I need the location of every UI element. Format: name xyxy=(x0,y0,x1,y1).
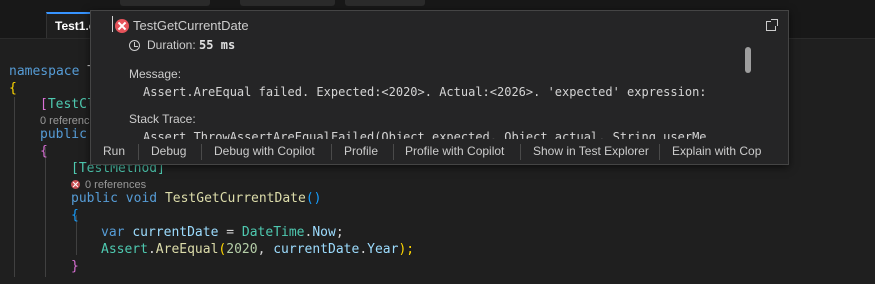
divider xyxy=(659,144,660,160)
codelens-class-references[interactable]: 0 reference xyxy=(40,115,96,127)
code-line-namespace: namespace T xyxy=(9,64,95,79)
code-line-class: public xyxy=(40,127,87,142)
message-label: Message: xyxy=(129,67,182,81)
title-bar-segment xyxy=(345,0,425,6)
popup-test-name: TestGetCurrentDate xyxy=(133,18,249,33)
popup-action-bar: Run Debug Debug with Copilot Profile Pro… xyxy=(91,139,788,164)
clock-icon xyxy=(129,40,140,51)
title-bar-segment xyxy=(240,0,335,6)
codelens-method-references[interactable]: 0 references xyxy=(71,179,146,191)
code-line-method: public void TestGetCurrentDate() xyxy=(71,191,322,206)
divider xyxy=(520,144,521,160)
message-text: Assert.AreEqual failed. Expected:<2020>.… xyxy=(143,85,707,99)
divider xyxy=(331,144,332,160)
profile-button[interactable]: Profile xyxy=(344,144,378,158)
code-line-class-brace: { xyxy=(40,144,48,159)
code-line-assert: Assert.AreEqual(2020, currentDate.Year); xyxy=(101,242,415,257)
title-bar xyxy=(0,0,875,10)
test-result-popup: TestGetCurrentDate Duration: 55 ms Messa… xyxy=(90,10,789,165)
popout-icon[interactable] xyxy=(766,19,778,31)
indent-guide xyxy=(14,97,15,277)
test-failed-icon xyxy=(115,19,129,33)
stack-trace-label: Stack Trace: xyxy=(129,112,196,126)
code-line-currentdate: var currentDate = DateTime.Now; xyxy=(101,225,344,240)
code-line-method-close: } xyxy=(71,259,79,274)
profile-with-copilot-button[interactable]: Profile with Copilot xyxy=(405,144,504,158)
title-bar-segment xyxy=(120,0,210,6)
indent-guide xyxy=(45,147,46,277)
divider xyxy=(201,144,202,160)
code-line-brace: { xyxy=(9,81,17,96)
test-failed-icon[interactable] xyxy=(71,180,80,189)
explain-with-copilot-button[interactable]: Explain with Cop xyxy=(672,144,761,158)
debug-with-copilot-button[interactable]: Debug with Copilot xyxy=(214,144,315,158)
divider xyxy=(138,144,139,160)
code-line-method-brace: { xyxy=(71,208,79,223)
divider xyxy=(393,144,394,160)
code-line-class-attr: [TestCl xyxy=(40,97,95,112)
show-in-test-explorer-button[interactable]: Show in Test Explorer xyxy=(533,144,649,158)
debug-button[interactable]: Debug xyxy=(151,144,186,158)
scrollbar-thumb[interactable] xyxy=(745,47,751,73)
duration: Duration: 55 ms xyxy=(147,38,236,52)
text-cursor xyxy=(112,16,113,32)
run-button[interactable]: Run xyxy=(103,144,125,158)
